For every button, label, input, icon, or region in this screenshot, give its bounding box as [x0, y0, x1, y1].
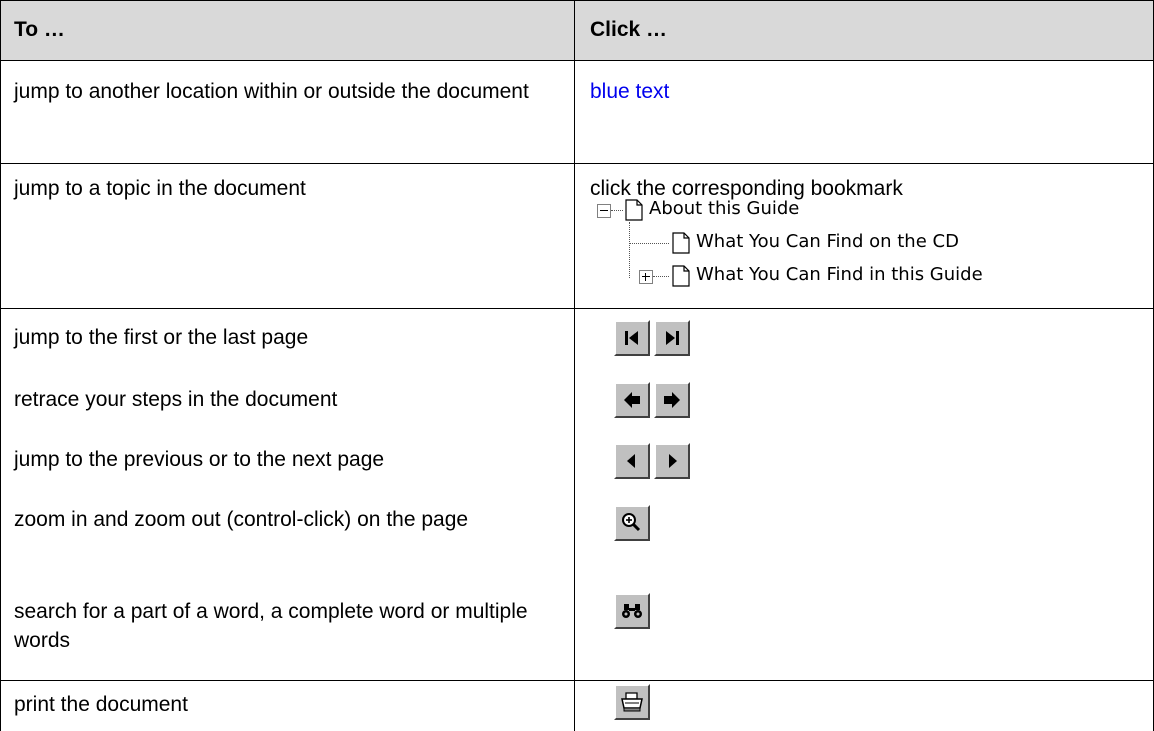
- last-page-button[interactable]: [654, 320, 690, 356]
- action-text: retrace your steps in the document: [14, 388, 338, 411]
- tree-connector: [629, 243, 669, 245]
- action-text: jump to the previous or to the next page: [14, 448, 385, 471]
- search-button[interactable]: [614, 593, 650, 629]
- action-text: jump to a topic in the document: [14, 177, 306, 200]
- tree-connector: [629, 222, 631, 278]
- action-text: jump to another location within or outsi…: [14, 80, 529, 103]
- help-table: To … Click … jump to another location wi…: [0, 0, 1154, 731]
- first-page-icon: [625, 331, 638, 345]
- next-page-icon: [669, 454, 677, 468]
- header-to: To …: [14, 18, 65, 41]
- zoom-button[interactable]: [614, 505, 650, 541]
- tree-connector: [653, 276, 669, 278]
- previous-page-icon: [627, 454, 635, 468]
- binoculars-icon: [622, 604, 642, 618]
- header-click: Click …: [590, 18, 668, 41]
- first-page-button[interactable]: [614, 320, 650, 356]
- zoom-in-icon: [622, 513, 641, 532]
- action-text: jump to the first or the last page: [14, 326, 309, 349]
- border-left: [0, 0, 1, 731]
- row-divider: [0, 163, 1154, 164]
- previous-page-button[interactable]: [614, 443, 650, 479]
- row-divider: [0, 680, 1154, 681]
- bookmark-about-guide[interactable]: About this Guide: [649, 198, 799, 219]
- bookmark-find-in-guide[interactable]: What You Can Find in this Guide: [696, 264, 983, 285]
- printer-icon: [621, 692, 643, 712]
- column-divider: [574, 0, 575, 731]
- row-divider: [0, 308, 1154, 309]
- page-icon: [672, 265, 690, 287]
- bookmark-find-on-cd[interactable]: What You Can Find on the CD: [696, 231, 959, 252]
- action-text: search for a part of a word, a complete …: [14, 600, 528, 652]
- action-text: zoom in and zoom out (control-click) on …: [14, 508, 469, 531]
- page-icon: [672, 232, 690, 254]
- next-page-button[interactable]: [654, 443, 690, 479]
- expand-icon[interactable]: [639, 270, 653, 284]
- page-icon: [625, 199, 643, 221]
- last-page-icon: [666, 331, 679, 345]
- header-divider: [0, 60, 1154, 61]
- action-text: print the document: [14, 693, 188, 716]
- border-top: [0, 0, 1154, 1]
- table-header: [0, 0, 1154, 60]
- go-back-button[interactable]: [614, 382, 650, 418]
- tree-connector: [611, 210, 623, 212]
- go-back-icon: [624, 392, 640, 408]
- collapse-icon[interactable]: [597, 204, 611, 218]
- go-forward-button[interactable]: [654, 382, 690, 418]
- print-button[interactable]: [614, 684, 650, 720]
- blue-text-link[interactable]: blue text: [590, 77, 669, 106]
- bookmark-tree: About this Guide What You Can Find on th…: [593, 192, 1113, 302]
- go-forward-icon: [664, 392, 680, 408]
